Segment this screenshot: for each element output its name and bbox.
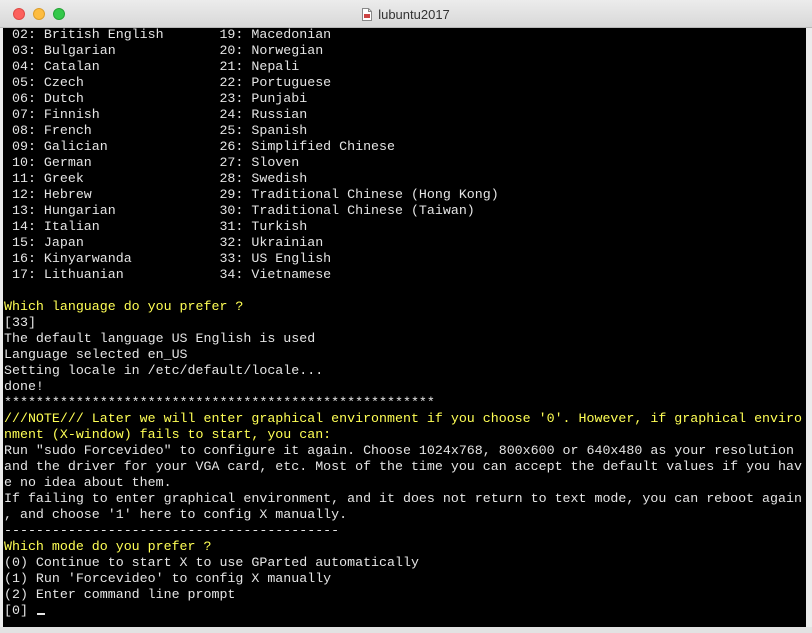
- terminal-line: 12: Hebrew 29: Traditional Chinese (Hong…: [4, 187, 499, 202]
- terminal-line: 05: Czech 22: Portuguese: [4, 75, 332, 90]
- terminal-line: and the driver for your VGA card, etc. M…: [4, 459, 802, 474]
- terminal-line: 06: Dutch 23: Punjabi: [4, 91, 308, 106]
- terminal-line: 09: Galician 26: Simplified Chinese: [4, 139, 395, 154]
- terminal-line: , and choose '1' here to config X manual…: [4, 507, 348, 522]
- terminal-line: 14: Italian 31: Turkish: [4, 219, 308, 234]
- terminal-line: 17: Lithuanian 34: Vietnamese: [4, 267, 332, 282]
- terminal-line: 02: British English 19: Macedonian: [4, 28, 332, 42]
- terminal-window: lubuntu2017 02: British English 19: Mace…: [0, 0, 812, 633]
- terminal-line: The default language US English is used: [4, 331, 316, 346]
- terminal-line: 16: Kinyarwanda 33: US English: [4, 251, 332, 266]
- terminal-line: 08: French 25: Spanish: [4, 123, 308, 138]
- terminal-line: If failing to enter graphical environmen…: [4, 491, 802, 506]
- window-bottom-edge: [0, 627, 812, 633]
- terminal-line: (0) Continue to start X to use GParted a…: [4, 555, 419, 570]
- terminal-output: 02: British English 19: Macedonian 03: B…: [4, 28, 802, 619]
- terminal-line: [0]: [4, 603, 802, 619]
- terminal-line: 15: Japan 32: Ukrainian: [4, 235, 324, 250]
- terminal-line: ///NOTE/// Later we will enter graphical…: [4, 411, 802, 426]
- terminal-screen[interactable]: 02: British English 19: Macedonian 03: B…: [3, 28, 806, 627]
- terminal-line: Which language do you prefer ?: [4, 299, 244, 314]
- text-cursor: [36, 613, 45, 615]
- terminal-line: 11: Greek 28: Swedish: [4, 171, 308, 186]
- terminal-line: 13: Hungarian 30: Traditional Chinese (T…: [4, 203, 475, 218]
- terminal-line: Language selected en_US: [4, 347, 188, 362]
- terminal-line: Setting locale in /etc/default/locale...: [4, 363, 324, 378]
- terminal-line: [33]: [4, 315, 36, 330]
- document-icon: [362, 7, 373, 21]
- terminal-line: (1) Run 'Forcevideo' to config X manuall…: [4, 571, 332, 586]
- terminal-line: ----------------------------------------…: [4, 523, 340, 538]
- terminal-line: nment (X-window) fails to start, you can…: [4, 427, 332, 442]
- terminal-line: 07: Finnish 24: Russian: [4, 107, 308, 122]
- terminal-line: 04: Catalan 21: Nepali: [4, 59, 300, 74]
- terminal-line: e no idea about them.: [4, 475, 172, 490]
- title-bar[interactable]: lubuntu2017: [0, 0, 812, 28]
- terminal-line: 10: German 27: Sloven: [4, 155, 300, 170]
- terminal-line: ****************************************…: [4, 395, 435, 410]
- window-title: lubuntu2017: [378, 6, 450, 22]
- terminal-line: Which mode do you prefer ?: [4, 539, 212, 554]
- terminal-line: done!: [4, 379, 44, 394]
- terminal-line: (2) Enter command line prompt: [4, 587, 236, 602]
- terminal-line: 03: Bulgarian 20: Norwegian: [4, 43, 324, 58]
- title-group: lubuntu2017: [0, 0, 812, 28]
- terminal-line: Run "sudo Forcevideo" to configure it ag…: [4, 443, 794, 458]
